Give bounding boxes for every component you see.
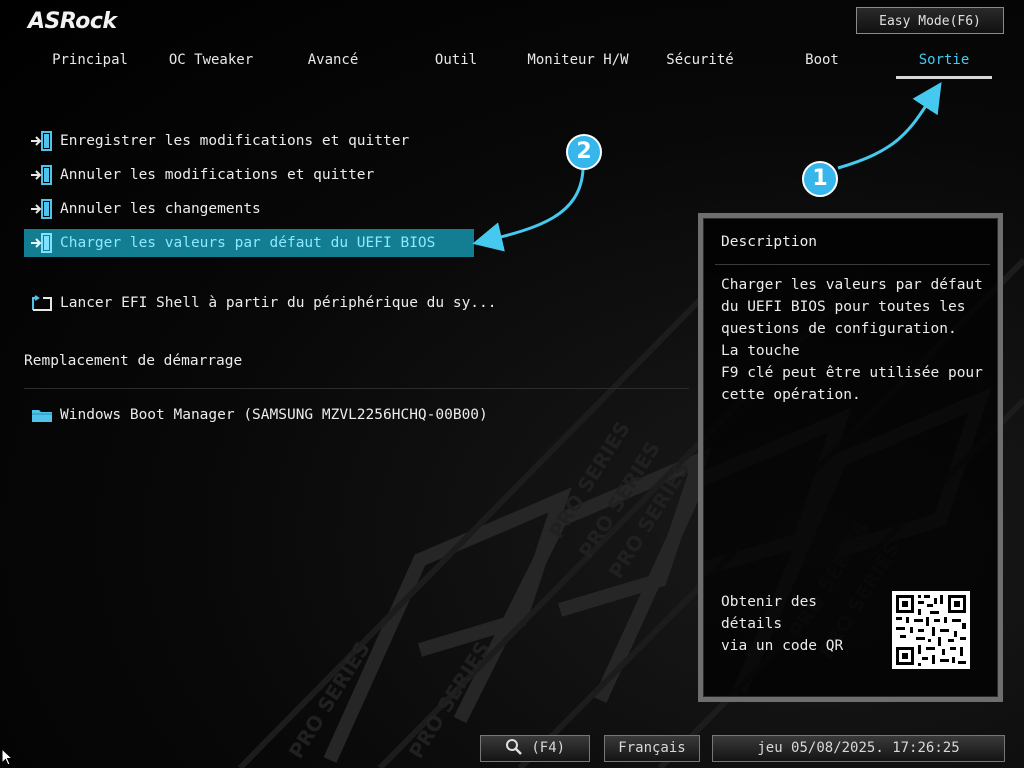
boot-override-item[interactable]: Windows Boot Manager (SAMSUNG MZVL2256HC…: [24, 401, 488, 429]
section-divider: [24, 388, 689, 389]
tab-sortie[interactable]: Sortie: [919, 52, 970, 68]
description-divider: [715, 264, 990, 265]
shell-launch-icon: [32, 295, 52, 311]
description-text: Charger les valeurs par défaut du UEFI B…: [721, 277, 983, 403]
menu-item-label: Windows Boot Manager (SAMSUNG MZVL2256HC…: [60, 407, 488, 423]
exit-door-icon: [31, 199, 52, 219]
search-shortcut-label: (F4): [531, 740, 566, 756]
mouse-cursor-icon: [1, 748, 13, 766]
language-selector[interactable]: Français: [604, 735, 700, 762]
exit-door-icon: [31, 233, 52, 253]
search-button[interactable]: (F4): [480, 735, 590, 762]
tab-avance[interactable]: Avancé: [308, 52, 359, 68]
main-tabs: Principal OC Tweaker Avancé Outil Monite…: [0, 52, 1024, 82]
annotation-badge-1: 1: [802, 161, 838, 197]
boot-override-title: Remplacement de démarrage: [24, 353, 243, 369]
easy-mode-button[interactable]: Easy Mode(F6): [856, 7, 1004, 34]
qr-caption: Obtenir des détails via un code QR: [721, 594, 844, 654]
launch-efi-shell-item[interactable]: Lancer EFI Shell à partir du périphériqu…: [24, 289, 497, 317]
discard-changes-exit-item[interactable]: Annuler les modifications et quitter: [24, 161, 374, 189]
discard-changes-item[interactable]: Annuler les changements: [24, 195, 261, 223]
exit-door-icon: [31, 165, 52, 185]
menu-item-label: Charger les valeurs par défaut du UEFI B…: [60, 235, 436, 251]
menu-item-label: Annuler les modifications et quitter: [60, 167, 375, 183]
description-panel: Description Charger les valeurs par défa…: [698, 213, 1003, 702]
tab-oc-tweaker[interactable]: OC Tweaker: [169, 52, 253, 68]
save-changes-exit-item[interactable]: Enregistrer les modifications et quitter: [24, 127, 409, 155]
menu-item-label: Annuler les changements: [60, 201, 261, 217]
asrock-logo: ASRock: [28, 9, 117, 34]
qr-code[interactable]: [892, 591, 970, 669]
tab-securite[interactable]: Sécurité: [666, 52, 733, 68]
tab-boot[interactable]: Boot: [805, 52, 839, 68]
menu-item-label: Lancer EFI Shell à partir du périphériqu…: [60, 295, 497, 311]
tab-outil[interactable]: Outil: [435, 52, 477, 68]
active-tab-indicator: [896, 76, 992, 79]
load-uefi-defaults-item[interactable]: Charger les valeurs par défaut du UEFI B…: [24, 229, 474, 257]
datetime-display: jeu 05/08/2025. 17:26:25: [712, 735, 1005, 762]
tab-principal[interactable]: Principal: [52, 52, 128, 68]
annotation-badge-2: 2: [566, 134, 602, 170]
folder-icon: [32, 410, 52, 422]
exit-door-icon: [31, 131, 52, 151]
menu-item-label: Enregistrer les modifications et quitter: [60, 133, 410, 149]
search-icon: [505, 739, 522, 755]
description-title: Description: [721, 234, 818, 250]
tab-moniteur-hw[interactable]: Moniteur H/W: [527, 52, 628, 68]
